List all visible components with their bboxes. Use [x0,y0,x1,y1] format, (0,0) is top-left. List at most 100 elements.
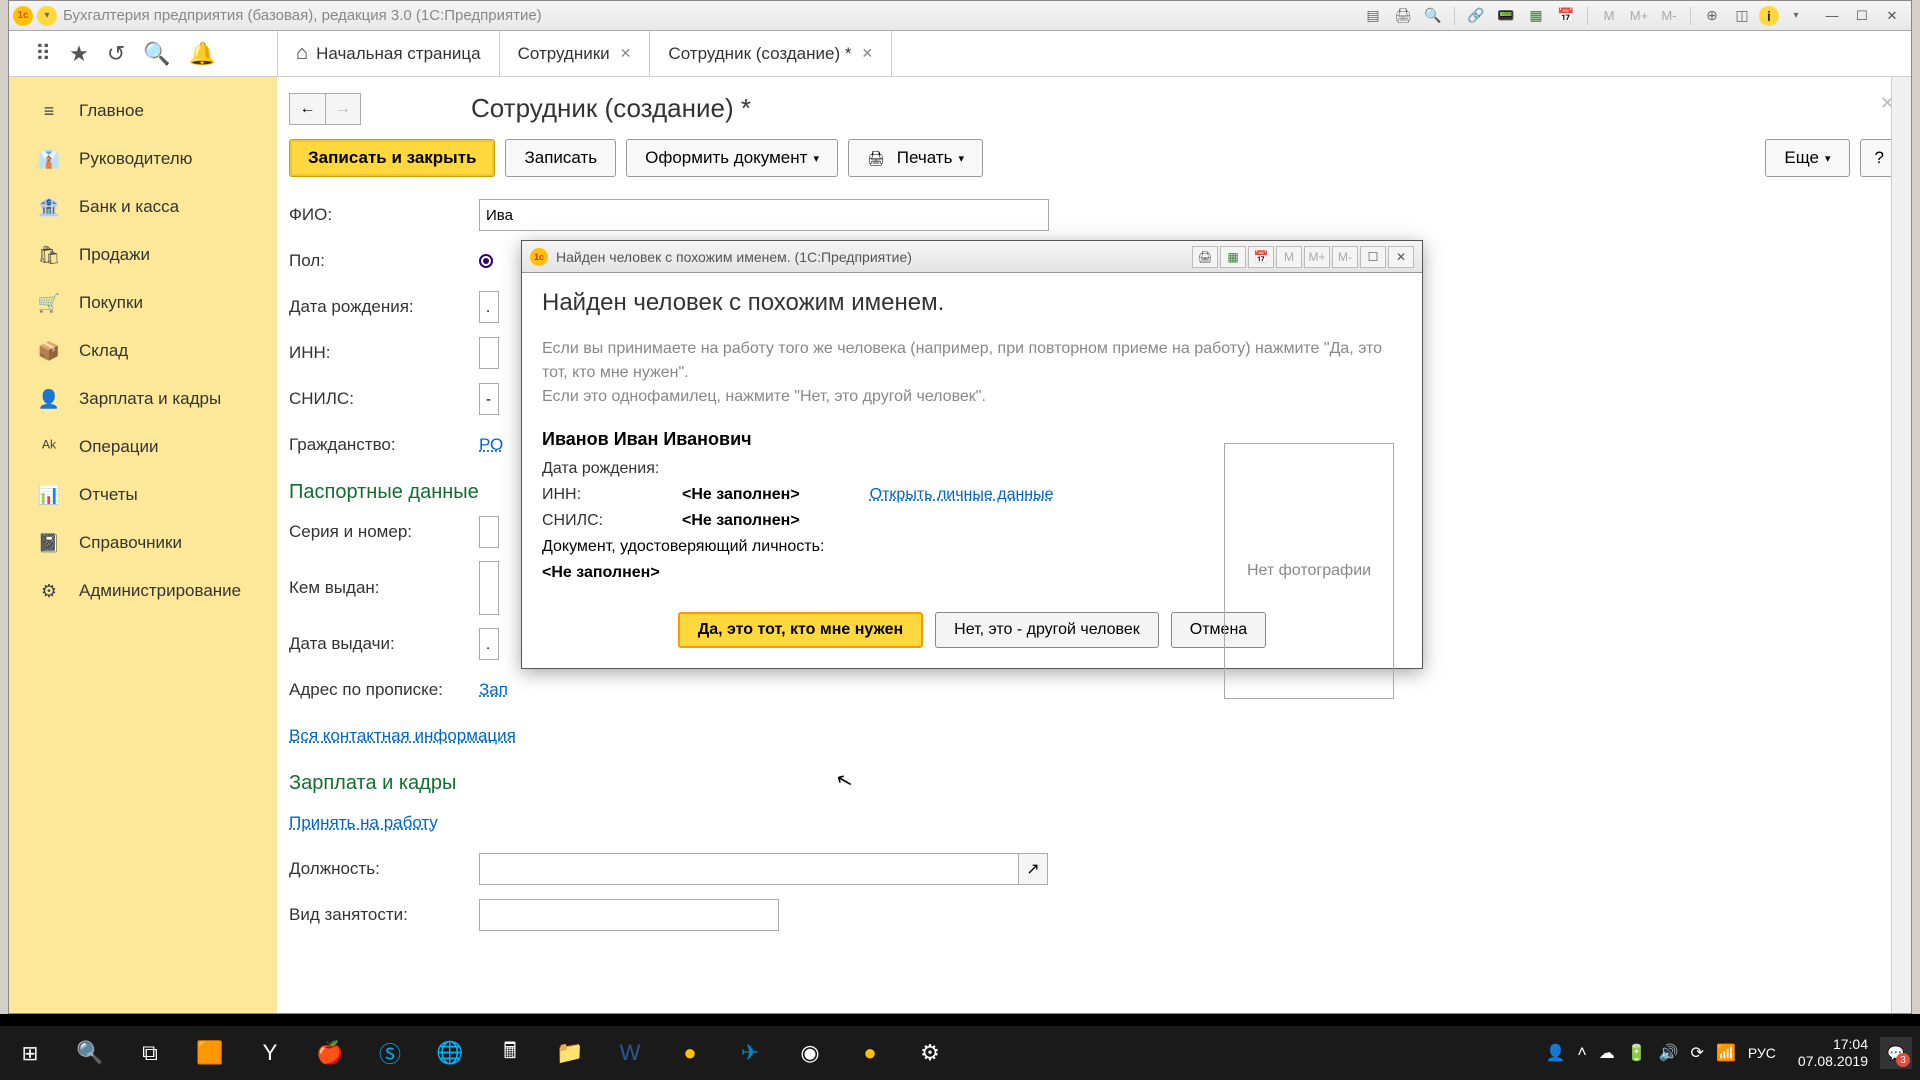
search-doc-icon[interactable]: 🔍 [1420,5,1446,27]
snils-input[interactable] [479,383,499,415]
position-open-button[interactable]: ↗ [1018,853,1048,885]
taskbar-word-icon[interactable]: W [600,1026,660,1080]
position-input[interactable] [479,853,1019,885]
layout-icon[interactable]: ◫ [1729,5,1755,27]
sidebar-item-10[interactable]: ⚙Администрирование [9,567,277,615]
close-button[interactable]: ✕ [1877,5,1907,27]
sidebar-item-0[interactable]: ≡Главное [9,87,277,135]
citizenship-link[interactable]: РО [479,435,503,455]
zoom-icon[interactable]: ⊕ [1699,5,1725,27]
series-input[interactable] [479,516,499,548]
dropdown-icon[interactable]: ▾ [1783,5,1809,27]
save-close-button[interactable]: Записать и закрыть [289,139,495,177]
tray-volume-icon[interactable]: 🔊 [1659,1043,1679,1063]
open-personal-data-link[interactable]: Открыть личные данные [870,486,1054,503]
fio-input[interactable] [479,199,1049,231]
nav-back-button[interactable]: ← [289,93,325,125]
dialog-m-icon[interactable]: M [1276,246,1302,268]
sidebar-item-5[interactable]: 📦Склад [9,327,277,375]
taskbar-app-1[interactable]: 🟧 [180,1026,240,1080]
more-button[interactable]: Еще▾ [1765,139,1849,177]
tool-icon-1[interactable]: ▤ [1360,5,1386,27]
taskbar-explorer-icon[interactable]: 📁 [540,1026,600,1080]
tab-close-icon[interactable]: ✕ [620,45,632,62]
inn-input[interactable] [479,337,499,369]
tab-employees[interactable]: Сотрудники✕ [500,31,651,76]
address-link[interactable]: Зап [479,680,508,700]
all-contacts-link[interactable]: Вся контактная информация [289,726,516,746]
notifications-bell-icon[interactable]: 🔔 [189,41,216,67]
task-view-icon[interactable]: ⧉ [120,1026,180,1080]
taskbar-app-3[interactable]: 🍎 [300,1026,360,1080]
taskbar-1c-icon[interactable]: ● [660,1026,720,1080]
tray-notifications-icon[interactable]: 💬3 [1880,1037,1912,1069]
taskbar-calc-icon[interactable]: 🖩 [480,1026,540,1080]
tray-people-icon[interactable]: 👤 [1545,1043,1565,1063]
gender-radio-male[interactable] [479,254,493,268]
sidebar-item-9[interactable]: 📓Справочники [9,519,277,567]
sidebar-item-4[interactable]: 🛒Покупки [9,279,277,327]
taskbar-yandex-icon[interactable]: Y [240,1026,300,1080]
sidebar-item-6[interactable]: 👤Зарплата и кадры [9,375,277,423]
start-button[interactable]: ⊞ [0,1026,60,1080]
dialog-m-plus-icon[interactable]: M+ [1304,246,1330,268]
sidebar-item-1[interactable]: 👔Руководителю [9,135,277,183]
sidebar-label: Банк и касса [79,197,179,217]
tray-battery-icon[interactable]: 🔋 [1627,1043,1647,1063]
dialog-close-icon[interactable]: ✕ [1388,246,1414,268]
dialog-cal2-icon[interactable]: 📅 [1248,246,1274,268]
dropdown-app-icon[interactable]: ▾ [37,6,57,26]
tab-close-icon[interactable]: ✕ [861,45,873,62]
tray-cloud-icon[interactable]: ☁ [1599,1043,1615,1063]
date-icon[interactable]: 📅 [1553,5,1579,27]
minimize-button[interactable]: — [1817,5,1847,27]
dialog-m-minus-icon[interactable]: M- [1332,246,1358,268]
tab-employee-create[interactable]: Сотрудник (создание) *✕ [650,31,892,76]
taskbar-skype-icon[interactable]: Ⓢ [360,1026,420,1080]
save-button[interactable]: Записать [505,139,616,177]
hire-link[interactable]: Принять на работу [289,813,438,833]
scrollbar[interactable] [1891,77,1911,1013]
taskbar-settings-icon[interactable]: ⚙ [900,1026,960,1080]
issue-date-input[interactable] [479,628,499,660]
calendar-icon[interactable]: ▦ [1523,5,1549,27]
search-task-icon[interactable]: 🔍 [60,1026,120,1080]
tray-clock[interactable]: 17:04 07.08.2019 [1798,1036,1868,1070]
print-button[interactable]: Печать▾ [848,139,983,177]
yes-same-person-button[interactable]: Да, это тот, кто мне нужен [678,612,923,648]
dialog-cal1-icon[interactable]: ▦ [1220,246,1246,268]
taskbar-chrome-icon[interactable]: ◉ [780,1026,840,1080]
tray-wifi-icon[interactable]: 📶 [1716,1043,1736,1063]
tray-up-icon[interactable]: ˄ [1577,1044,1586,1062]
dob-input[interactable] [479,291,499,323]
m-minus-label[interactable]: M- [1656,5,1682,27]
taskbar-telegram-icon[interactable]: ✈ [720,1026,780,1080]
m-plus-label[interactable]: M+ [1626,5,1652,27]
print-icon[interactable]: 🖨 [1390,5,1416,27]
favorites-star-icon[interactable]: ★ [69,41,89,67]
taskbar-browser-icon[interactable]: 🌐 [420,1026,480,1080]
tray-sync-icon[interactable]: ⟳ [1691,1043,1704,1063]
m-label[interactable]: M [1596,5,1622,27]
issued-input[interactable] [479,561,499,615]
info-icon[interactable]: i [1759,6,1779,26]
nav-forward-button[interactable]: → [325,93,361,125]
employment-input[interactable] [479,899,779,931]
create-doc-button[interactable]: Оформить документ▾ [626,139,838,177]
no-different-person-button[interactable]: Нет, это - другой человек [935,612,1159,648]
dialog-print-icon[interactable]: 🖨 [1192,246,1218,268]
tray-lang[interactable]: РУС [1748,1045,1776,1061]
apps-grid-icon[interactable]: ⠿ [35,41,51,67]
taskbar-1c-icon-2[interactable]: ● [840,1026,900,1080]
calc-icon[interactable]: 📟 [1493,5,1519,27]
sidebar-item-8[interactable]: 📊Отчеты [9,471,277,519]
sidebar-item-7[interactable]: ᴬᵏОперации [9,423,277,471]
link-icon[interactable]: 🔗 [1463,5,1489,27]
search-icon[interactable]: 🔍 [143,41,170,67]
maximize-button[interactable]: ☐ [1847,5,1877,27]
sidebar-item-2[interactable]: 🏦Банк и касса [9,183,277,231]
tab-home[interactable]: Начальная страница [277,31,500,76]
dialog-maximize-icon[interactable]: ☐ [1360,246,1386,268]
history-icon[interactable]: ↺ [107,41,125,67]
sidebar-item-3[interactable]: 🛍Продажи [9,231,277,279]
